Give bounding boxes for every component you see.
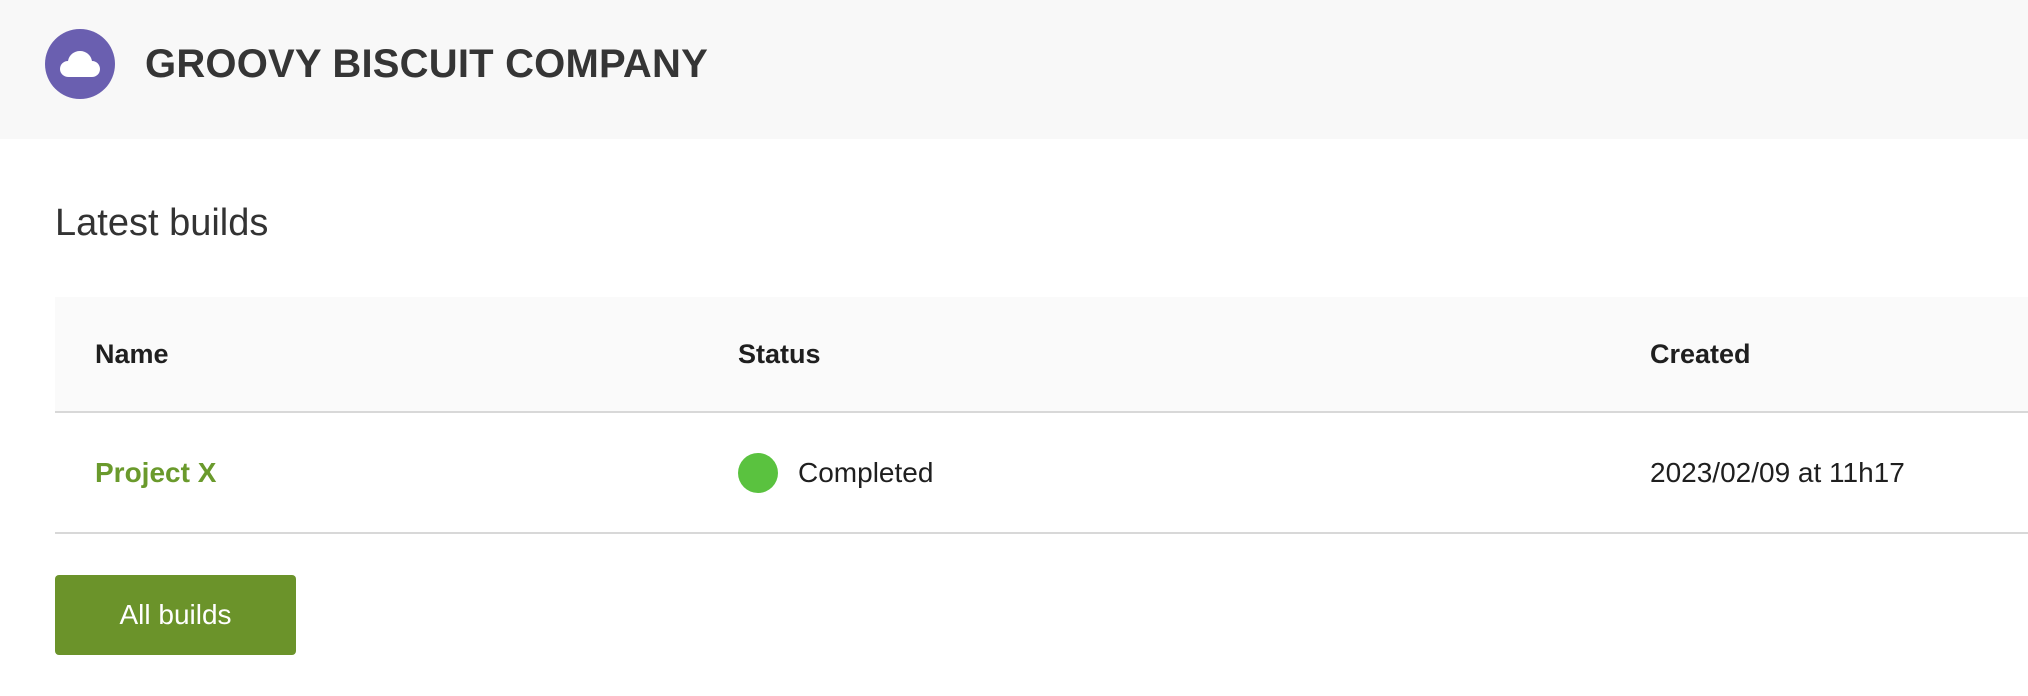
- project-link[interactable]: Project X: [95, 457, 216, 488]
- build-status-cell: Completed: [738, 413, 933, 532]
- column-header-name: Name: [95, 339, 169, 369]
- company-logo: [45, 29, 115, 99]
- build-created-cell: 2023/02/09 at 11h17: [1650, 457, 1905, 488]
- table-row: Project X Completed 2023/02/09 at 11h17: [55, 413, 2028, 534]
- build-name-cell: Project X: [95, 413, 216, 532]
- column-header-created: Created: [1650, 339, 1751, 369]
- cloud-icon: [59, 49, 101, 79]
- builds-table: Name Status Created Project X Completed …: [55, 297, 2028, 534]
- status-indicator-icon: [738, 452, 778, 493]
- status-label: Completed: [798, 457, 934, 488]
- column-header-status: Status: [738, 339, 821, 369]
- page-title: Latest builds: [55, 202, 269, 244]
- table-header: Name Status Created: [55, 297, 2028, 413]
- company-name: GROOVY BISCUIT COMPANY: [145, 42, 708, 86]
- app-header: GROOVY BISCUIT COMPANY: [0, 0, 2028, 139]
- all-builds-button[interactable]: All builds: [55, 575, 296, 655]
